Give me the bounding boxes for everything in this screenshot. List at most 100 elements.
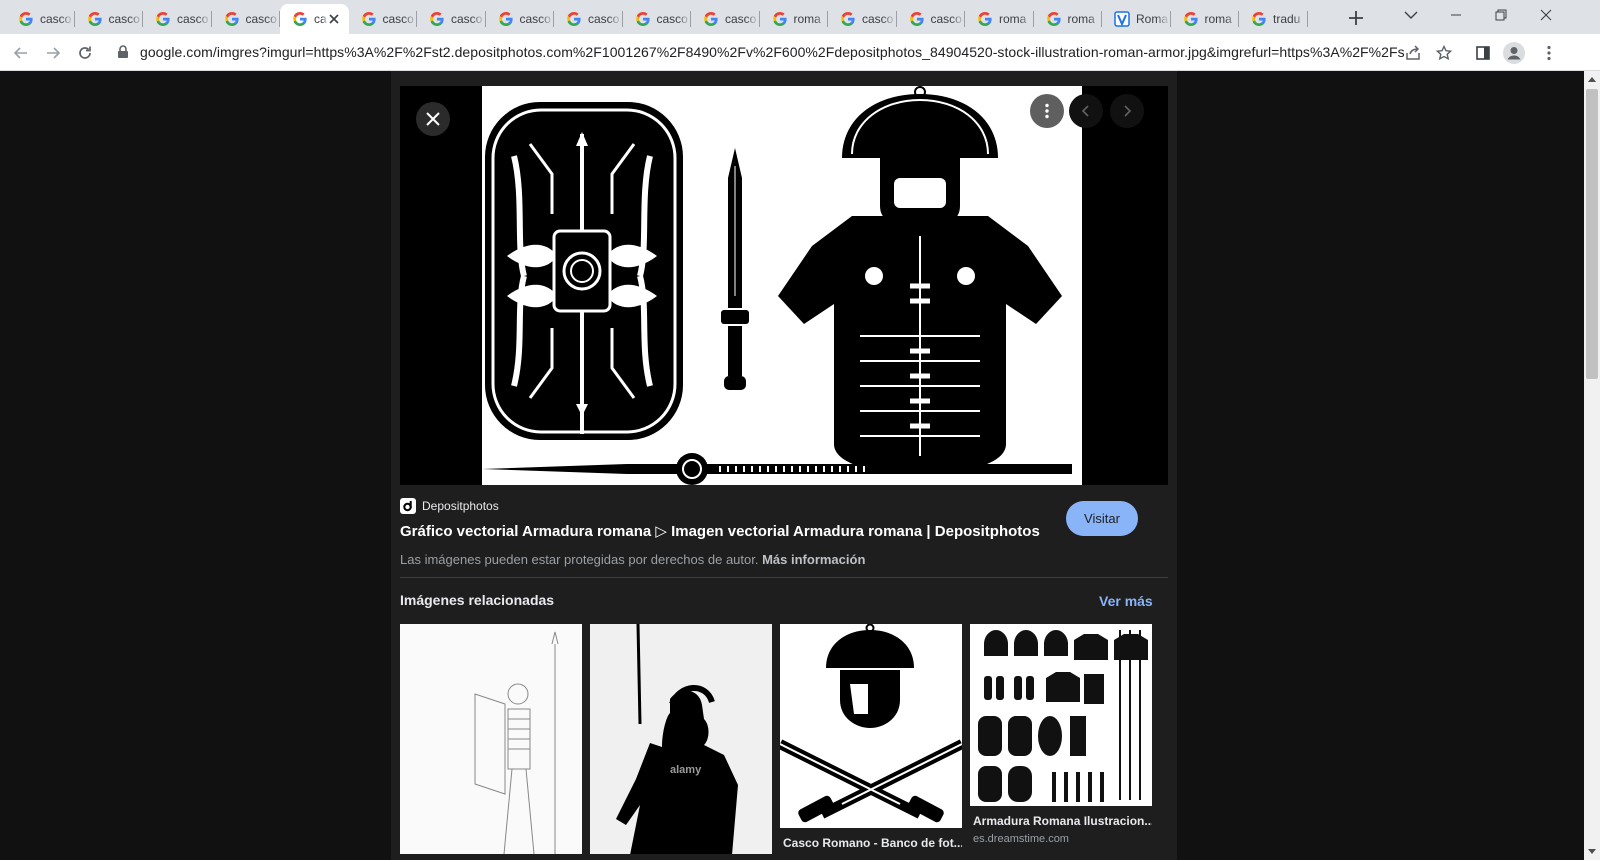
google-icon [430,12,444,26]
divider [400,577,1168,578]
related-image-item[interactable]: alamy [590,624,772,854]
image-title-link[interactable]: Gráfico vectorial Armadura romana ▷ Imag… [400,522,1040,540]
page-scrollbar[interactable] [1584,71,1600,860]
restore-button[interactable] [1478,0,1524,30]
reload-icon [79,46,91,59]
tab[interactable]: roma [760,4,828,34]
tab-title: tradu [1273,12,1301,26]
back-button[interactable] [6,38,36,68]
related-image-caption[interactable]: Armadura Romana Ilustracion... [970,814,1152,828]
chevron-left-icon [1081,105,1089,117]
tab[interactable]: casco [349,4,417,34]
plus-icon [1349,11,1363,25]
forward-button[interactable] [38,38,68,68]
tab-active[interactable]: casco [280,4,349,34]
scrollbar-thumb[interactable] [1586,89,1598,379]
tab[interactable]: casco [6,4,75,34]
google-icon [498,12,513,26]
new-tab-button[interactable] [1344,6,1368,30]
tab-title: casco [656,12,688,26]
share-button[interactable] [1398,38,1428,68]
minimize-button[interactable] [1433,0,1479,30]
google-icon [19,12,33,26]
tab[interactable]: casco [828,4,897,34]
tab-title: Roma [1136,12,1169,26]
tab[interactable]: casco [486,4,554,34]
google-icon [567,12,581,26]
tab[interactable]: casco [212,4,280,34]
bookmark-button[interactable] [1429,38,1459,68]
related-image-legionary-sketch[interactable] [400,624,582,854]
tab[interactable]: casco [623,4,691,34]
reload-button[interactable] [70,38,100,68]
url-text[interactable]: google.com/imgres?imgurl=https%3A%2F%2Fs… [140,44,1405,60]
previous-image-button[interactable] [1069,94,1103,128]
tab[interactable]: casco [75,4,143,34]
source-row[interactable]: Depositphotos [400,498,499,514]
kebab-menu-icon [1547,45,1551,61]
profile-button[interactable] [1499,38,1529,68]
related-image-armor-set[interactable] [970,624,1152,806]
google-icon [978,12,992,26]
related-image-helmet-swords[interactable] [780,624,962,828]
share-icon [1406,45,1420,60]
browser-toolbar: google.com/imgres?imgurl=https%3A%2F%2Fs… [0,34,1600,71]
scroll-up-arrow-icon[interactable] [1588,76,1596,82]
google-icon [361,12,376,26]
tab-title: casco [519,12,551,26]
helmet-drawing [842,86,998,228]
image-preview-panel: Depositphotos Gráfico vectorial Armadura… [391,71,1177,860]
tab[interactable]: casco [143,4,212,34]
tab-title: roma [1067,12,1095,26]
related-image-caption[interactable]: Casco Romano - Banco de fot... [780,836,962,850]
close-icon [1540,9,1552,21]
tab[interactable]: roma [1034,4,1102,34]
lock-icon[interactable] [116,45,130,59]
side-panel-button[interactable] [1468,38,1498,68]
tab-title: casco [177,12,209,26]
kebab-menu-icon [1045,103,1049,119]
close-window-button[interactable] [1523,0,1569,30]
tab-title: casco [245,12,277,26]
related-image-item[interactable]: Armadura Romana Ilustracion... es.dreams… [970,624,1152,845]
google-icon [772,12,787,26]
google-icon [224,12,239,26]
next-image-button[interactable] [1110,94,1144,128]
google-icon [635,12,650,26]
tab[interactable]: roma [1171,4,1239,34]
shield-drawing [485,102,683,440]
visit-button[interactable]: Visitar [1066,501,1138,536]
tab[interactable]: casco [554,4,623,34]
alamy-watermark: alamy [670,764,702,776]
tab[interactable]: Roma [1102,4,1171,34]
tab[interactable]: tradu [1239,4,1308,34]
tab[interactable]: casco [691,4,760,34]
tab[interactable]: roma [965,4,1034,34]
see-more-link[interactable]: Ver más [1099,593,1153,609]
tab-title: casco [588,12,620,26]
tab-search-button[interactable] [1388,0,1434,30]
tab-title: casco [40,12,72,26]
menu-button[interactable] [1534,38,1564,68]
avatar-icon [1503,42,1525,64]
tab[interactable]: casco [897,4,965,34]
preview-image[interactable] [482,86,1082,485]
related-image-domain[interactable]: es.dreamstime.com [970,833,1152,845]
page-content: Depositphotos Gráfico vectorial Armadura… [0,71,1584,860]
source-name[interactable]: Depositphotos [422,499,499,513]
more-options-button[interactable] [1030,94,1064,128]
related-image-item[interactable] [400,624,582,854]
sword-drawing [721,148,749,390]
close-preview-button[interactable] [416,102,450,136]
tab-separator [1306,11,1308,27]
tab[interactable]: casco [417,4,486,34]
close-tab-icon[interactable] [327,12,341,26]
scroll-down-arrow-icon[interactable] [1588,849,1596,855]
google-icon [1046,12,1061,26]
related-image-soldier-silhouette[interactable]: alamy [590,624,772,854]
related-image-item[interactable]: Casco Romano - Banco de fot... [780,624,962,850]
address-bar[interactable]: google.com/imgres?imgurl=https%3A%2F%2Fs… [106,37,1488,67]
google-icon [704,12,718,26]
tab-title: roma [793,12,821,26]
more-info-link[interactable]: Más información [762,552,865,567]
